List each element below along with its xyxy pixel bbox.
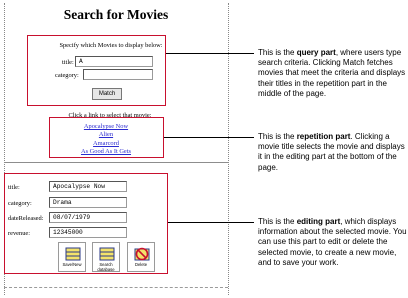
repetition-annotation-lead: This is the [258, 132, 297, 141]
editing-part-highlight [4, 173, 168, 274]
query-part-highlight [27, 35, 166, 106]
editing-annotation-bold: editing part [296, 217, 341, 226]
repetition-annotation-bold: repetition part [296, 132, 351, 141]
repetition-annotation: This is the repetition part. Clicking a … [258, 132, 408, 173]
editing-leader-line [168, 222, 254, 223]
editing-annotation: This is the editing part, which displays… [258, 217, 408, 268]
page-title: Search for Movies [63, 7, 169, 22]
page-bottom-rule [4, 287, 228, 288]
query-annotation: This is the query part, where users type… [258, 48, 408, 99]
query-annotation-lead: This is the [258, 48, 297, 57]
repetition-part-highlight [49, 117, 164, 158]
editing-annotation-lead: This is the [258, 217, 297, 226]
repetition-leader-line [164, 137, 254, 138]
section-divider [4, 162, 228, 163]
page-border-right [228, 3, 229, 295]
query-leader-line [166, 53, 254, 54]
query-annotation-bold: query part [296, 48, 336, 57]
